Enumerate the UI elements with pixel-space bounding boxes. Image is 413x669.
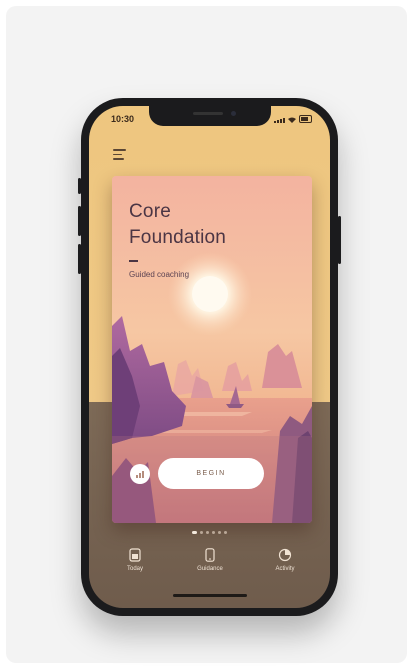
tab-guidance[interactable]: Guidance (180, 548, 240, 572)
status-icons (274, 115, 312, 123)
tab-guidance-label: Guidance (197, 566, 223, 572)
phone-mockup: 10:30 Core Foundation Guided coaching BE… (78, 98, 341, 616)
notch (148, 106, 271, 126)
card-subtitle: Guided coaching (129, 270, 190, 279)
difficulty-level-button[interactable] (130, 464, 150, 484)
phone-screen: 10:30 Core Foundation Guided coaching BE… (89, 106, 330, 608)
activity-icon (278, 548, 292, 562)
status-time: 10:30 (111, 114, 135, 124)
wifi-icon (288, 117, 296, 123)
title-divider (129, 260, 138, 262)
page-dot[interactable] (192, 531, 197, 534)
tab-today-label: Today (126, 566, 143, 572)
home-indicator[interactable] (173, 594, 247, 597)
page-dot[interactable] (206, 531, 209, 534)
phone-icon (205, 548, 215, 562)
today-icon (129, 548, 141, 562)
session-card[interactable]: Core Foundation Guided coaching BEGIN (112, 176, 312, 523)
tab-today[interactable]: Today (105, 548, 165, 572)
level-bars-icon (136, 470, 144, 478)
tab-bar: Today Guidance Activity (89, 542, 330, 588)
signal-icon (274, 118, 285, 123)
battery-icon (299, 115, 312, 123)
page-indicator (89, 531, 330, 534)
tab-activity-label: Activity (275, 566, 295, 572)
begin-button[interactable]: BEGIN (158, 458, 264, 489)
page-dot[interactable] (200, 531, 203, 534)
page-dot[interactable] (218, 531, 221, 534)
menu-icon[interactable] (113, 149, 126, 160)
card-title-line2: Foundation (129, 227, 227, 248)
card-title: Core Foundation (129, 199, 226, 251)
tab-activity[interactable]: Activity (255, 548, 315, 572)
page-dot[interactable] (224, 531, 227, 534)
page-dot[interactable] (212, 531, 215, 534)
card-title-line1: Core (129, 201, 171, 222)
